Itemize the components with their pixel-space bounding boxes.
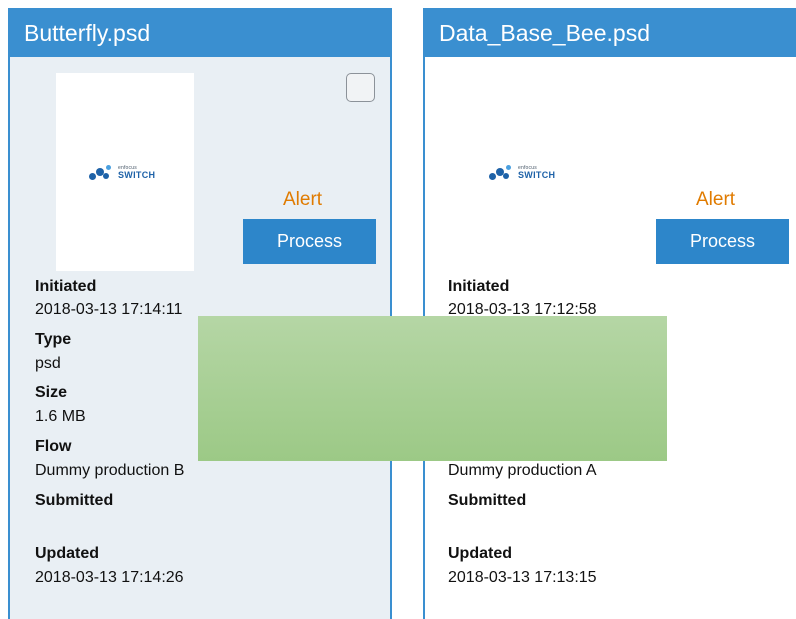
initiated-value: 2018-03-13 17:14:11: [35, 301, 183, 318]
type-value: psd: [35, 355, 61, 372]
green-overlay: [198, 316, 667, 461]
updated-value: 2018-03-13 17:13:15: [448, 569, 597, 586]
alert-label: Alert: [283, 189, 323, 210]
size-label: Size: [35, 384, 68, 401]
initiated-label: Initiated: [35, 278, 97, 295]
process-button[interactable]: Process: [656, 219, 789, 264]
updated-label: Updated: [448, 545, 512, 562]
thumbnail: enfocus SWITCH: [56, 73, 194, 271]
card-title: Butterfly.psd: [10, 10, 390, 57]
size-value: 1.6 MB: [35, 408, 86, 425]
updated-value: 2018-03-13 17:14:26: [35, 569, 184, 586]
switch-logo-icon: enfocus SWITCH: [89, 165, 155, 181]
card-title: Data_Base_Bee.psd: [425, 10, 796, 57]
initiated-label: Initiated: [448, 278, 510, 295]
logo-name: SWITCH: [518, 170, 556, 180]
job-card-butterfly[interactable]: Butterfly.psd enfocus SWITCH Alert Proce…: [8, 8, 392, 619]
type-label: Type: [35, 331, 72, 348]
alert-label: Alert: [696, 189, 736, 210]
job-card-data-base-bee[interactable]: Data_Base_Bee.psd enfocus SWITCH Alert P…: [423, 8, 796, 619]
logo-name: SWITCH: [118, 170, 156, 180]
flow-value: Dummy production A: [448, 462, 597, 479]
process-button[interactable]: Process: [243, 219, 376, 264]
submitted-label: Submitted: [35, 492, 114, 509]
submitted-label: Submitted: [448, 492, 527, 509]
updated-label: Updated: [35, 545, 99, 562]
select-checkbox[interactable]: [346, 73, 375, 102]
flow-label: Flow: [35, 438, 72, 455]
flow-value: Dummy production B: [35, 462, 185, 479]
switch-logo-icon: enfocus SWITCH: [489, 165, 555, 181]
